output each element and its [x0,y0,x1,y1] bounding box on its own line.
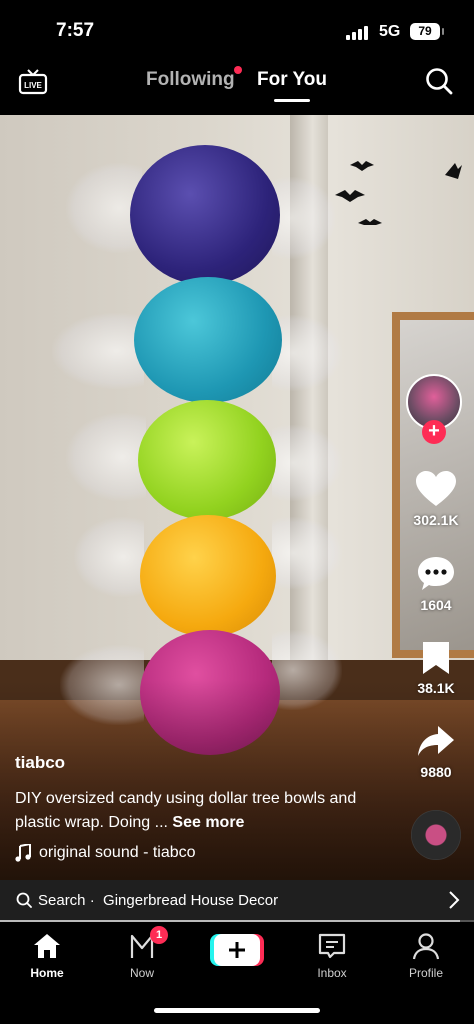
follow-plus-button[interactable]: + [422,420,446,444]
top-navigation: LIVE Following For You [0,60,474,115]
nav-home[interactable]: Home [7,932,87,980]
active-tab-indicator [274,99,310,102]
nav-inbox-label: Inbox [317,966,347,980]
save-count: 38.1K [417,680,455,696]
heart-icon [416,471,456,506]
inbox-icon [318,933,346,959]
share-button[interactable]: 9880 [404,724,468,780]
now-badge: 1 [150,926,168,944]
profile-icon [412,933,440,960]
nav-inbox[interactable]: Inbox [292,932,372,980]
creator-avatar-group[interactable]: + [404,372,464,444]
tab-for-you[interactable]: For You [257,69,327,91]
tab-following[interactable]: Following [146,69,235,91]
nav-now[interactable]: Now [102,932,182,980]
home-indicator [154,1008,320,1013]
sound-disc-icon[interactable] [411,810,461,860]
search-query: Gingerbread House Decor [103,891,279,909]
search-prefix: Search · [38,891,95,909]
cellular-signal-icon [346,26,368,40]
status-time: 7:57 [56,20,95,41]
nav-profile-label: Profile [408,966,443,980]
sound-row[interactable]: original sound - tiabco [15,844,196,862]
sound-name: original sound - tiabco [39,844,196,861]
bookmark-icon [423,642,449,674]
music-note-icon [15,844,31,862]
svg-text:LIVE: LIVE [24,81,42,90]
chevron-right-icon [449,891,460,909]
nav-home-label: Home [30,966,64,980]
search-icon[interactable] [424,66,454,96]
bat-decorations [335,161,462,225]
create-icon [229,942,245,958]
video-description: DIY oversized candy using dollar tree bo… [15,787,385,835]
share-arrow-icon [418,726,454,756]
creator-username[interactable]: tiabco [15,753,65,773]
like-count: 302.1K [413,512,459,528]
share-count: 9880 [420,764,452,780]
see-more-link[interactable]: See more [172,814,244,831]
nav-profile[interactable]: Profile [386,932,466,980]
create-button[interactable] [210,934,264,966]
search-suggestion-bar[interactable]: Search · Gingerbread House Decor [0,880,474,920]
status-bar: 7:57 5G 79 [0,0,474,60]
video-player[interactable] [0,115,474,880]
like-button[interactable]: 302.1K [404,470,468,528]
battery-icon: 79 [410,23,444,40]
nav-now-label: Now [129,966,154,980]
following-notification-dot [234,66,242,74]
comment-button[interactable]: 1604 [404,555,468,613]
home-icon [34,934,60,958]
search-small-icon [16,892,32,908]
network-type: 5G [379,23,401,40]
comment-icon [418,557,454,590]
save-button[interactable]: 38.1K [404,640,468,696]
comment-count: 1604 [420,597,452,613]
live-icon[interactable]: LIVE [18,67,48,97]
